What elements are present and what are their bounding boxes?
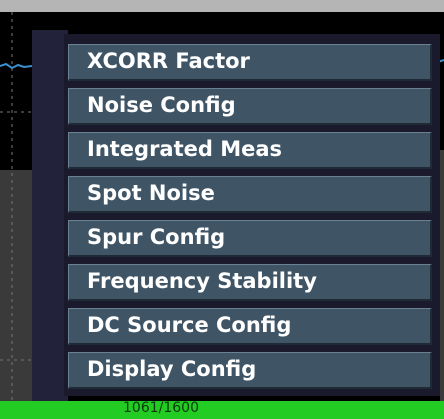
- menu-item-xcorr-factor[interactable]: XCORR Factor: [68, 44, 432, 81]
- sweep-count: 1061/1600: [123, 400, 199, 416]
- menu-item-spot-noise[interactable]: Spot Noise: [68, 176, 432, 213]
- menu-item-spur-config[interactable]: Spur Config: [68, 220, 432, 257]
- status-bar: [0, 401, 444, 419]
- spectrum-display: XCORR Factor Noise Config Integrated Mea…: [0, 0, 444, 419]
- trace-line: [0, 62, 33, 70]
- context-menu: XCORR Factor Noise Config Integrated Mea…: [64, 34, 440, 396]
- trace-fill: [0, 170, 32, 402]
- menu-item-frequency-stability[interactable]: Frequency Stability: [68, 264, 432, 301]
- menu-item-display-config[interactable]: Display Config: [68, 352, 432, 389]
- menu-backdrop: [32, 30, 68, 402]
- menu-item-dc-source-config[interactable]: DC Source Config: [68, 308, 432, 345]
- trace-fill-right: [440, 150, 444, 402]
- menu-item-integrated-meas[interactable]: Integrated Meas: [68, 132, 432, 169]
- menu-item-noise-config[interactable]: Noise Config: [68, 88, 432, 125]
